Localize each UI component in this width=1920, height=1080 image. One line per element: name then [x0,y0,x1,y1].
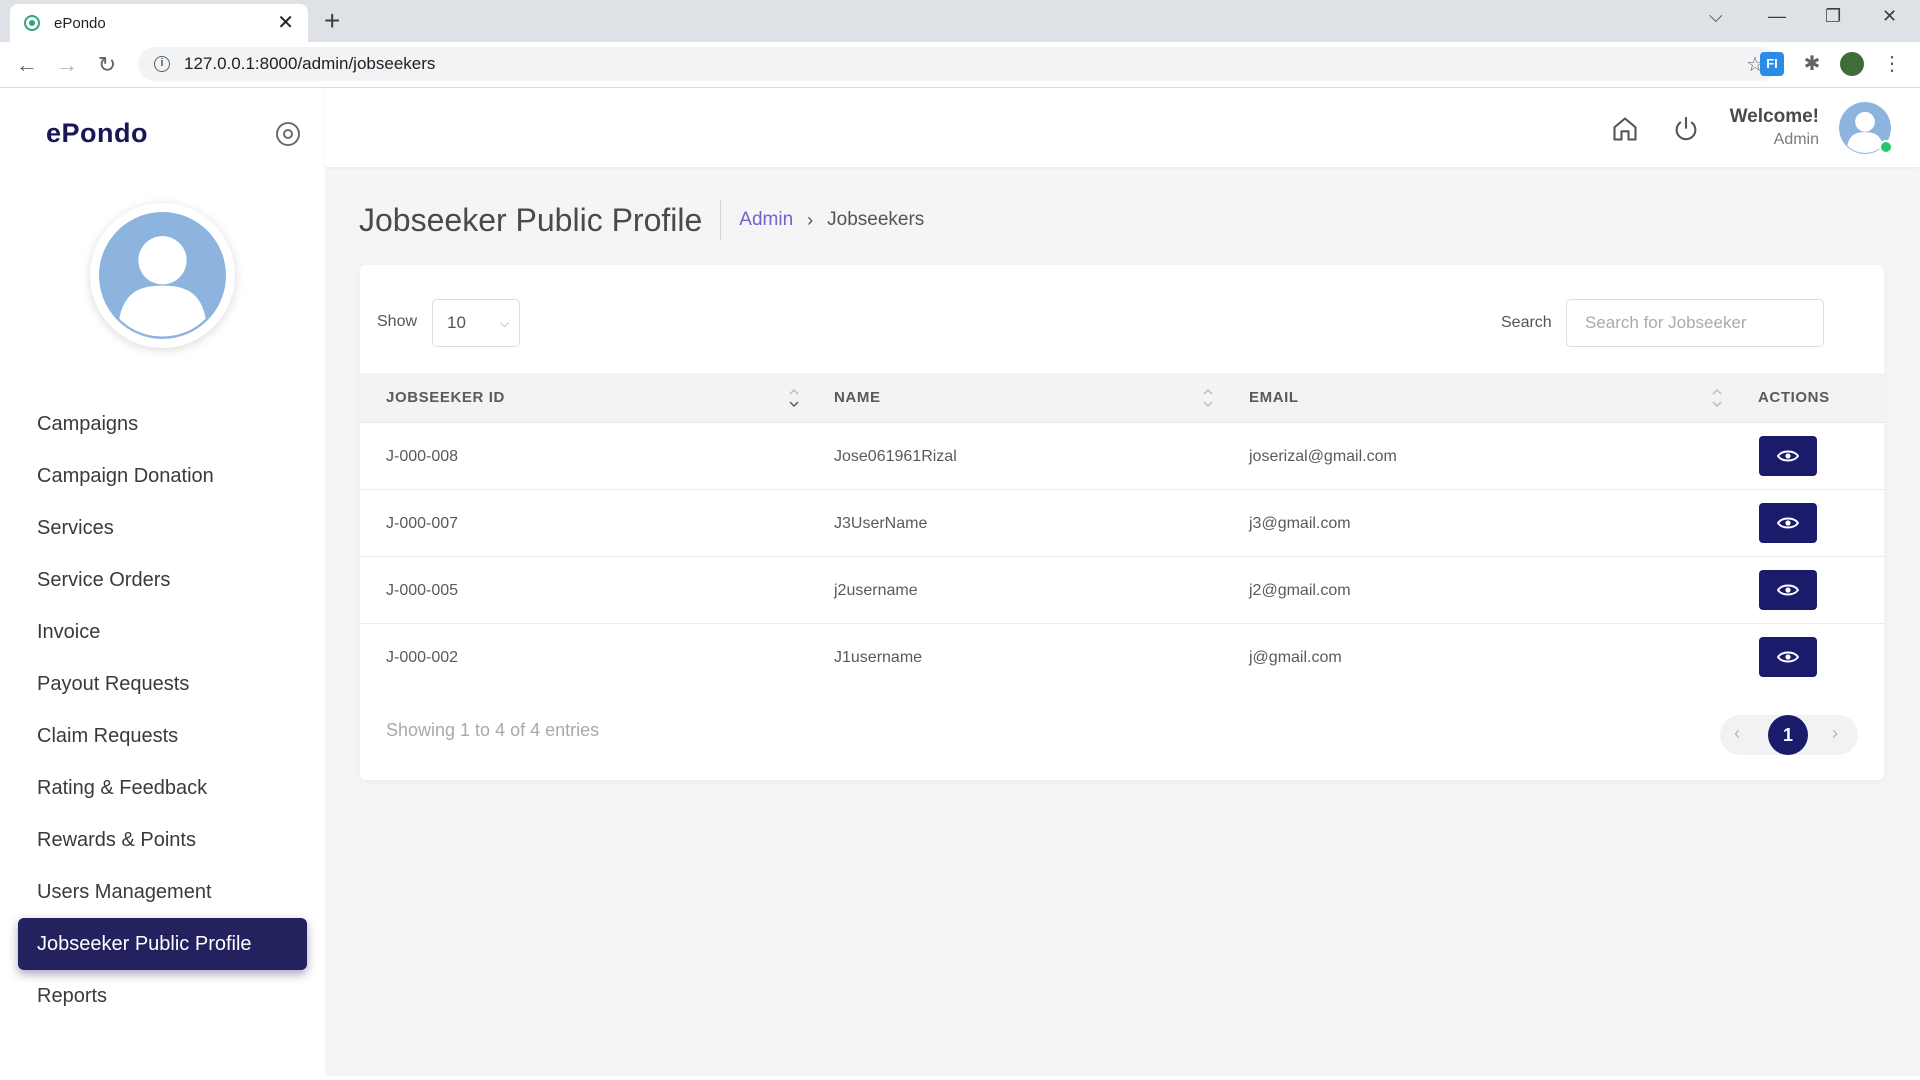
sort-icon[interactable] [1202,387,1214,409]
sidebar: ePondo Campaigns Campaign Donation Servi… [0,88,325,1080]
cell-jobseeker-id: J-000-005 [386,582,459,599]
address-url: 127.0.0.1:8000/admin/jobseekers [184,54,436,73]
profile-avatar-icon[interactable] [1840,52,1864,76]
search-label: Search [1501,314,1552,331]
cell-name: Jose061961Rizal [834,448,957,465]
welcome-text: Welcome! [1729,106,1819,127]
chevron-down-icon: ⌵ [499,316,509,330]
cell-name: J1username [834,649,923,666]
eye-icon [1777,450,1799,462]
reload-icon[interactable]: ↻ [92,50,122,80]
forward-arrow-icon[interactable]: → [52,50,82,80]
search-input[interactable] [1566,299,1824,347]
power-icon[interactable] [1672,115,1700,143]
breadcrumb-separator-icon: › [807,209,814,230]
pagination: ‹ 1 › [1720,715,1858,755]
entries-per-page-select[interactable]: 10 ⌵ [432,299,520,347]
page-header: Jobseeker Public Profile Admin › Jobseek… [359,200,924,240]
view-profile-button[interactable] [1759,503,1817,543]
favicon-icon [24,15,40,31]
column-header-actions: ACTIONS [1758,389,1830,406]
view-profile-button[interactable] [1759,637,1817,677]
cell-name: j2username [834,582,918,599]
tab-title: ePondo [54,14,106,32]
minimize-icon[interactable]: — [1768,6,1786,27]
eye-icon [1777,651,1799,663]
sidebar-item-services[interactable]: Services [18,502,307,554]
welcome-block: Welcome! Admin [1730,106,1819,149]
column-header-jobseeker-id[interactable]: JOBSEEKER ID [386,373,505,423]
breadcrumb-admin-link[interactable]: Admin [739,209,793,231]
user-role: Admin [1773,131,1819,148]
sidebar-menu: Campaigns Campaign Donation Services Ser… [18,398,307,1022]
pagination-page-1[interactable]: 1 [1768,715,1808,755]
restore-icon[interactable]: ❐ [1825,6,1841,27]
entries-info: Showing 1 to 4 of 4 entries [386,720,600,740]
cell-email: j3@gmail.com [1249,515,1351,532]
browser-menu-icon[interactable]: ⋮ [1880,52,1904,76]
brand-logo[interactable]: ePondo [46,118,148,149]
cell-email: j@gmail.com [1249,649,1342,666]
table-row: J-000-008 Jose061961Rizal joserizal@gmai… [360,423,1884,490]
table-header: JOBSEEKER ID NAME EMAIL ACTIONS [360,373,1884,423]
cell-email: joserizal@gmail.com [1249,448,1397,465]
cell-jobseeker-id: J-000-002 [386,649,459,666]
eye-icon [1777,584,1799,596]
user-avatar-icon [99,212,226,339]
sort-icon[interactable] [788,387,800,409]
new-tab-button[interactable]: + [324,6,340,36]
show-entries-label: Show [377,313,418,330]
address-bar[interactable]: i 127.0.0.1:8000/admin/jobseekers ☆ [138,47,1778,81]
pagination-next-button[interactable]: › [1832,723,1838,744]
sidebar-item-invoice[interactable]: Invoice [18,606,307,658]
back-arrow-icon[interactable]: ← [12,50,42,80]
table-row: J-000-007 J3UserName j3@gmail.com [360,490,1884,557]
site-info-icon[interactable]: i [154,56,170,72]
view-profile-button[interactable] [1759,436,1817,476]
entries-per-page-value: 10 [447,313,466,332]
sidebar-item-rating-feedback[interactable]: Rating & Feedback [18,762,307,814]
taskbar-edge [0,1076,1920,1080]
sidebar-item-users-management[interactable]: Users Management [18,866,307,918]
top-header: Welcome! Admin [325,88,1920,167]
cell-jobseeker-id: J-000-008 [386,448,459,465]
cell-email: j2@gmail.com [1249,582,1351,599]
browser-tab[interactable]: ePondo ✕ [10,4,308,42]
column-header-name[interactable]: NAME [834,373,881,423]
sidebar-item-claim-requests[interactable]: Claim Requests [18,710,307,762]
column-header-email[interactable]: EMAIL [1249,373,1299,423]
browser-tab-strip: ePondo ✕ + ⌵ — ❐ ✕ [0,0,1920,42]
tab-search-chevron-icon[interactable]: ⌵ [1709,6,1723,27]
sidebar-item-rewards-points[interactable]: Rewards & Points [18,814,307,866]
sidebar-item-reports[interactable]: Reports [18,970,307,1022]
view-profile-button[interactable] [1759,570,1817,610]
sort-icon[interactable] [1711,387,1723,409]
extensions-puzzle-icon[interactable]: ✱ [1800,52,1824,76]
tab-close-icon[interactable]: ✕ [277,13,294,33]
table-row: J-000-002 J1username j@gmail.com [360,624,1884,691]
sidebar-item-service-orders[interactable]: Service Orders [18,554,307,606]
jobseekers-card: Show 10 ⌵ Search JOBSEEKER ID NAME EMAIL… [360,265,1884,780]
eye-icon [1777,517,1799,529]
sidebar-item-campaigns[interactable]: Campaigns [18,398,307,450]
sidebar-item-campaign-donation[interactable]: Campaign Donation [18,450,307,502]
cell-name: J3UserName [834,515,928,532]
extension-fi-icon[interactable]: FI [1760,52,1784,76]
sidebar-toggle-icon[interactable] [276,122,300,146]
online-status-dot [1879,140,1893,154]
browser-toolbar: ← → ↻ i 127.0.0.1:8000/admin/jobseekers … [0,42,1920,88]
sidebar-item-jobseeker-public-profile[interactable]: Jobseeker Public Profile [18,918,307,970]
sidebar-item-payout-requests[interactable]: Payout Requests [18,658,307,710]
home-icon[interactable] [1611,115,1639,143]
window-close-icon[interactable]: ✕ [1882,6,1897,27]
cell-jobseeker-id: J-000-007 [386,515,459,532]
sidebar-avatar [90,203,235,348]
breadcrumb-current: Jobseekers [827,209,925,230]
page-title: Jobseeker Public Profile [359,200,722,240]
pagination-prev-button[interactable]: ‹ [1734,723,1740,744]
table-row: J-000-005 j2username j2@gmail.com [360,557,1884,624]
